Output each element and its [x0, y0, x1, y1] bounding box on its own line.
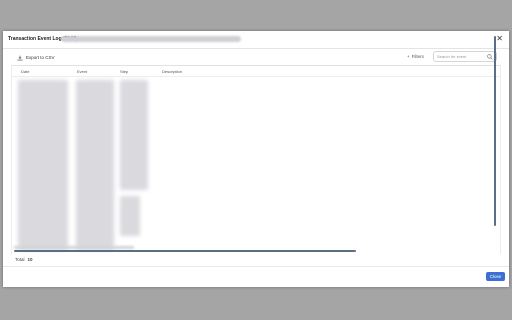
filters-label: Filters: [411, 54, 424, 59]
redacted-title-suffix: [61, 36, 241, 42]
column-header-event[interactable]: Event: [77, 69, 87, 74]
column-header-description[interactable]: Description: [162, 69, 182, 74]
search-input[interactable]: [437, 53, 483, 60]
filters-button[interactable]: + Filters: [407, 54, 424, 59]
vertical-scrollbar[interactable]: [494, 36, 496, 226]
close-icon[interactable]: ✕: [496, 34, 503, 44]
total-count: Total 10: [15, 257, 33, 262]
toolbar: Export to CSV + Filters: [3, 49, 509, 65]
export-csv-button[interactable]: Export to CSV: [17, 53, 55, 62]
export-csv-label: Export to CSV: [26, 55, 55, 60]
table-header: Date Event Step Description: [12, 66, 500, 77]
redacted-row: [14, 246, 134, 249]
footer-divider: [3, 266, 509, 267]
redacted-date-column: [18, 80, 68, 250]
event-table: Date Event Step Description: [11, 65, 501, 254]
modal-header: Transaction Event Log (Skill) ✕: [3, 31, 509, 49]
filter-icon: +: [407, 54, 410, 59]
search-icon[interactable]: [487, 53, 493, 60]
redacted-step-column: [120, 80, 148, 190]
search-field: [433, 51, 497, 62]
horizontal-scrollbar[interactable]: [14, 250, 356, 252]
total-value: 10: [27, 257, 33, 262]
redacted-step-column-lower: [120, 196, 140, 236]
column-header-date[interactable]: Date: [21, 69, 29, 74]
total-label: Total: [15, 257, 25, 262]
column-header-step[interactable]: Step: [120, 69, 128, 74]
close-button[interactable]: Close: [486, 272, 505, 281]
redacted-event-column: [76, 80, 114, 250]
download-icon: [17, 55, 23, 60]
